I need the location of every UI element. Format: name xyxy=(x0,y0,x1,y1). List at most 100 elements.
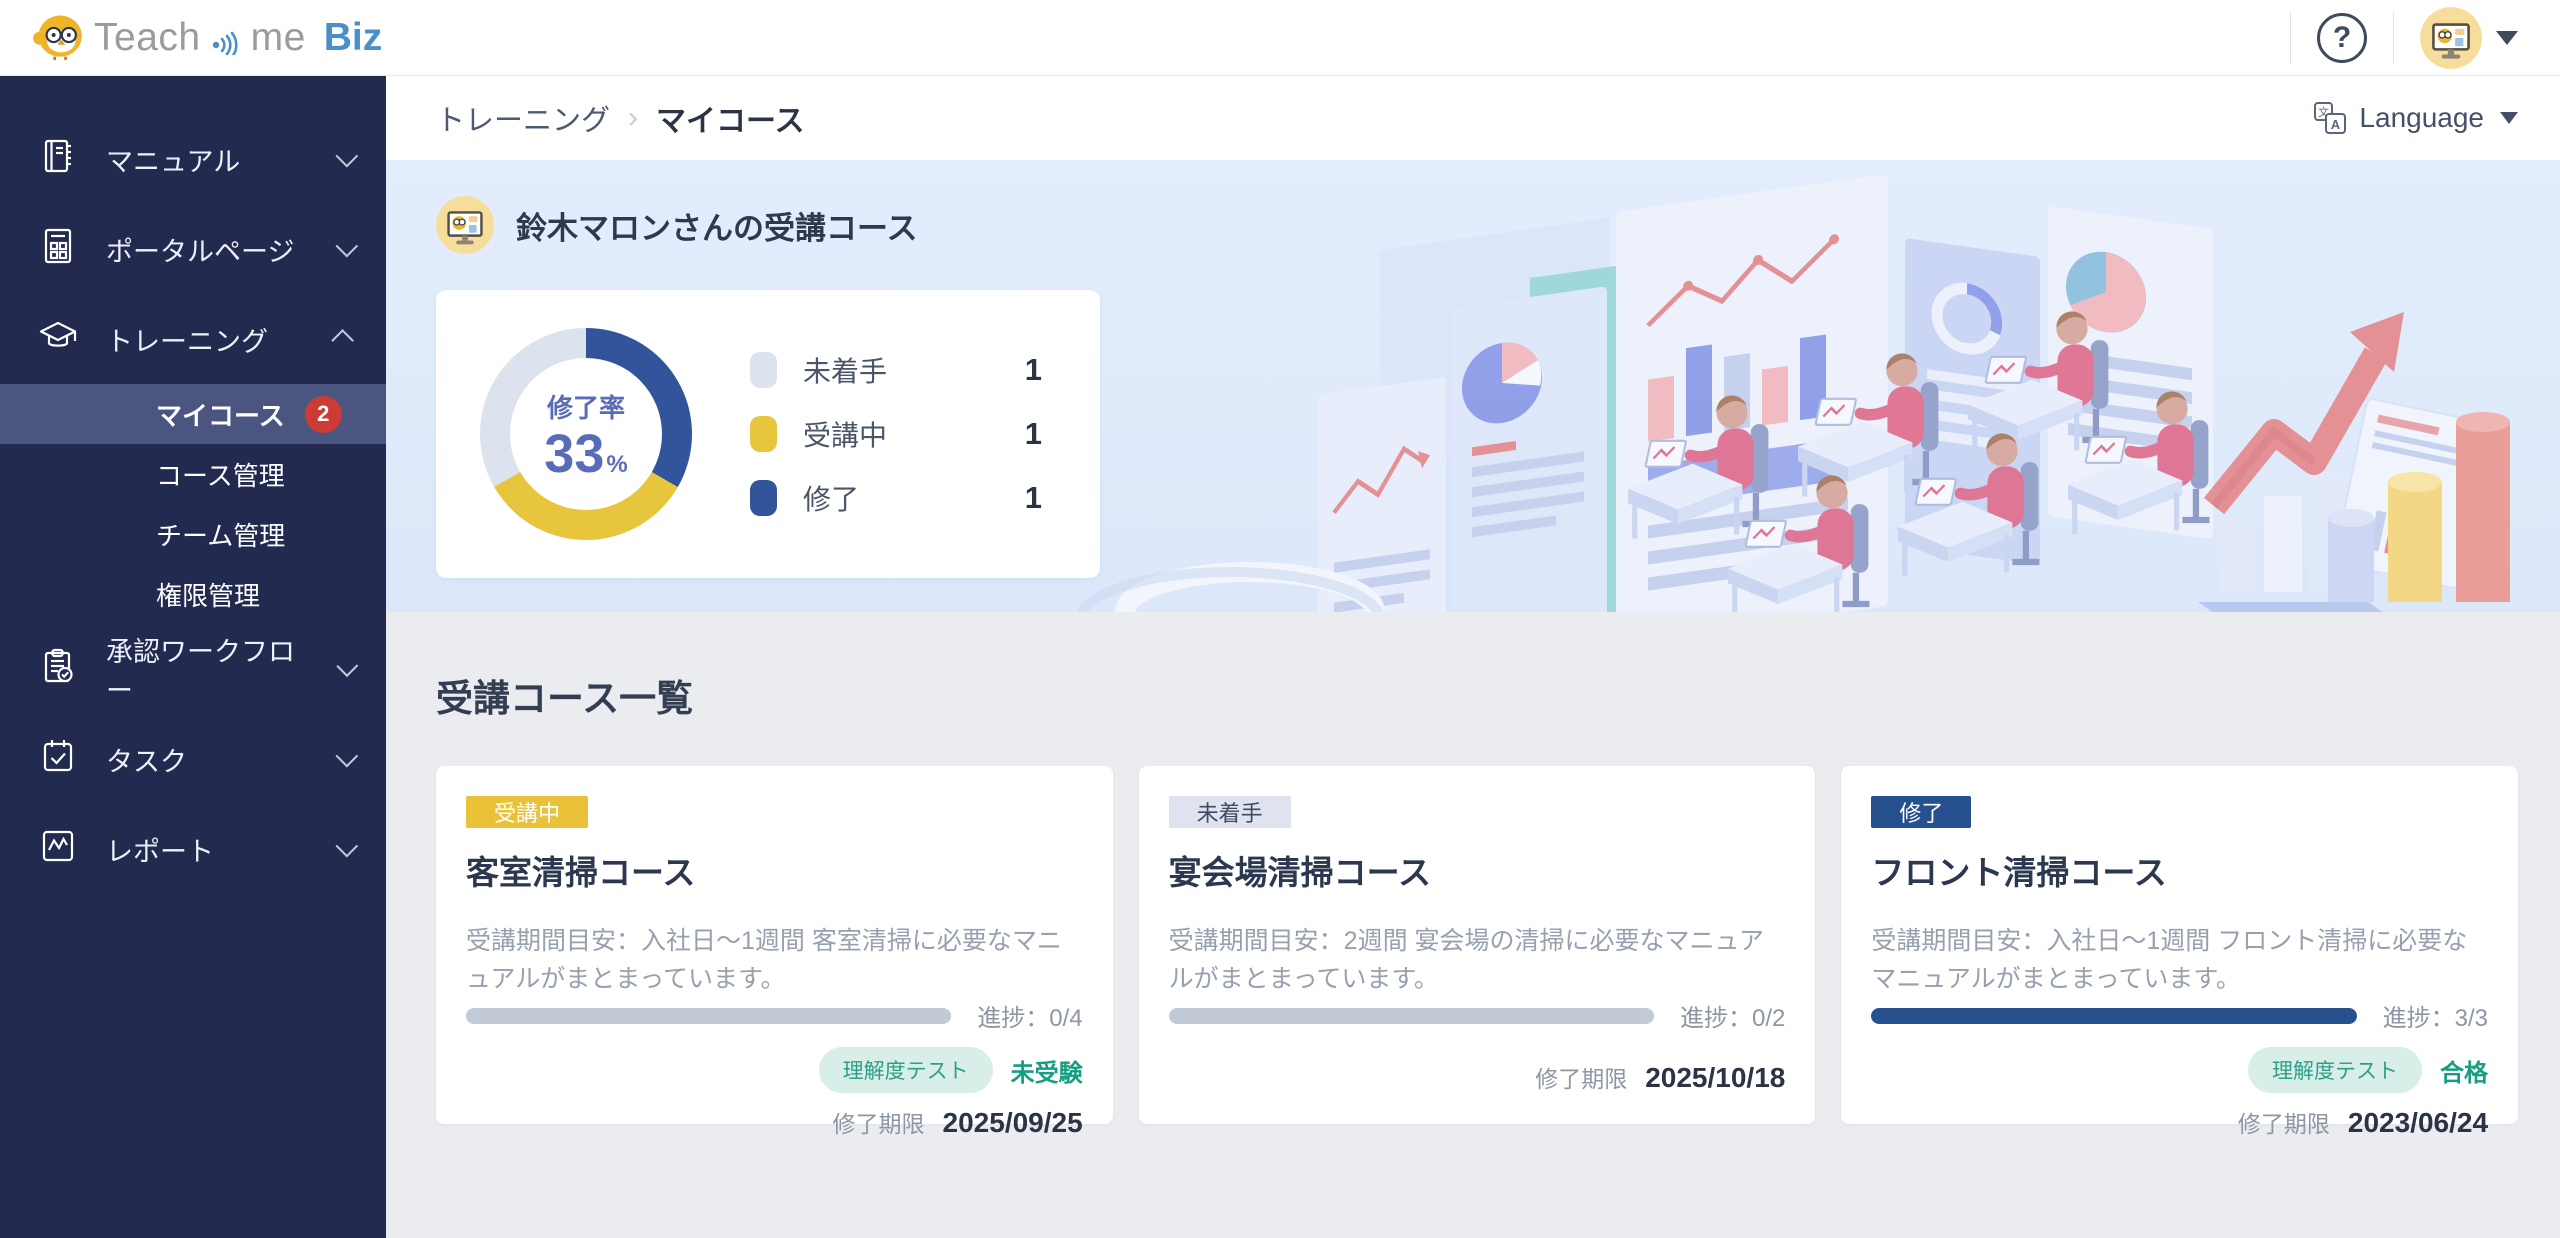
course-card-front-desk-cleaning[interactable]: 修了 フロント清掃コース 受講期間目安：入社日〜1週間 フロント清掃に必要なマニ… xyxy=(1841,766,2518,1124)
sidebar-subitem-team-management[interactable]: チーム管理 xyxy=(0,504,386,564)
sidebar-item-label: タスク xyxy=(106,740,187,779)
deadline-date: 2025/09/25 xyxy=(943,1107,1083,1139)
breadcrumb-separator-icon: › xyxy=(628,101,638,135)
hero-section: 鈴木マロンさんの受講コース 修了率 33 % 未着手 xyxy=(386,160,2560,612)
legend-row-in-progress: 受講中 1 xyxy=(750,414,1042,454)
test-result: 未受験 xyxy=(1011,1053,1083,1088)
account-caret-icon xyxy=(2496,31,2518,45)
donut-center-label: 修了率 xyxy=(547,388,625,425)
my-courses-count-badge: 2 xyxy=(305,396,342,433)
comprehension-test-row: 理解度テスト 未受験 xyxy=(466,1047,1083,1093)
breadcrumb-current: マイコース xyxy=(656,96,805,140)
legend-label: 修了 xyxy=(803,478,859,518)
account-menu[interactable] xyxy=(2420,7,2518,69)
completion-donut: 修了率 33 % xyxy=(480,328,692,540)
course-cards-row: 受講中 客室清掃コース 受講期間目安：入社日〜1週間 客室清掃に必要なマニュアル… xyxy=(436,766,2518,1124)
chevron-down-icon xyxy=(336,145,359,168)
legend-value: 1 xyxy=(1025,352,1042,388)
hero-title-row: 鈴木マロンさんの受講コース xyxy=(436,196,2560,254)
legend-label: 未着手 xyxy=(803,350,887,390)
legend-chip xyxy=(750,416,777,452)
status-badge: 修了 xyxy=(1871,796,1971,828)
sidebar-subitem-label: コース管理 xyxy=(156,456,285,493)
test-result: 合格 xyxy=(2440,1053,2488,1088)
training-icon xyxy=(38,316,78,363)
sidebar-subitem-course-management[interactable]: コース管理 xyxy=(0,444,386,504)
app-header: Teach me Biz ? xyxy=(0,0,2560,76)
comprehension-test-row-empty xyxy=(1169,1047,1786,1048)
translate-icon: 文 A xyxy=(2313,101,2347,135)
language-label: Language xyxy=(2359,102,2484,134)
sidebar-item-reports[interactable]: レポート xyxy=(0,804,386,894)
brand-logo[interactable]: Teach me Biz xyxy=(32,9,382,66)
deadline-row: 修了期限 2025/09/25 xyxy=(466,1105,1083,1139)
chevron-down-icon xyxy=(336,835,359,858)
help-button[interactable]: ? xyxy=(2317,13,2367,63)
language-caret-icon xyxy=(2500,112,2518,124)
test-pill: 理解度テスト xyxy=(819,1047,993,1093)
page-title: 鈴木マロンさんの受講コース xyxy=(516,203,917,248)
test-pill: 理解度テスト xyxy=(2248,1047,2422,1093)
user-avatar xyxy=(2420,7,2482,69)
course-card-banquet-hall-cleaning[interactable]: 未着手 宴会場清掃コース 受講期間目安：2週間 宴会場の清掃に必要なマニュアルが… xyxy=(1139,766,1816,1124)
progress-label: 進捗：3/3 xyxy=(2383,998,2488,1033)
chevron-down-icon xyxy=(336,745,359,768)
deadline-row: 修了期限 2025/10/18 xyxy=(1169,1060,1786,1094)
manual-icon xyxy=(38,136,78,183)
legend-label: 受講中 xyxy=(803,414,887,454)
main-content: トレーニング › マイコース 文 A Language xyxy=(386,76,2560,1238)
sidebar-subitem-my-courses[interactable]: マイコース 2 xyxy=(0,384,386,444)
course-title[interactable]: 客室清掃コース xyxy=(466,846,1083,894)
deadline-row: 修了期限 2023/06/24 xyxy=(1871,1105,2488,1139)
deadline-date: 2023/06/24 xyxy=(2348,1107,2488,1139)
question-mark-icon: ? xyxy=(2333,21,2351,55)
task-icon xyxy=(38,736,78,783)
header-actions: ? xyxy=(2264,0,2518,75)
sidebar-subitem-label: 権限管理 xyxy=(156,576,260,613)
language-selector[interactable]: 文 A Language xyxy=(2313,101,2518,135)
sidebar-subitem-permission-management[interactable]: 権限管理 xyxy=(0,564,386,624)
header-divider xyxy=(2393,12,2394,64)
course-title[interactable]: フロント清掃コース xyxy=(1871,846,2488,894)
owl-logo-icon xyxy=(32,9,84,66)
course-description: 受講期間目安：入社日〜1週間 フロント清掃に必要なマニュアルがまとまっています。 xyxy=(1871,922,2488,998)
progress-label: 進捗：0/2 xyxy=(1680,998,1785,1033)
course-title[interactable]: 宴会場清掃コース xyxy=(1169,846,1786,894)
breadcrumb-parent[interactable]: トレーニング xyxy=(436,97,610,139)
progress-row: 進捗：3/3 xyxy=(1871,998,2488,1033)
deadline-label: 修了期限 xyxy=(833,1105,925,1139)
sidebar-item-label: トレーニング xyxy=(106,320,268,359)
deadline-label: 修了期限 xyxy=(2238,1105,2330,1139)
sidebar-item-training[interactable]: トレーニング xyxy=(0,294,386,384)
sidebar-item-label: 承認ワークフロー xyxy=(106,630,309,708)
progress-row: 進捗：0/2 xyxy=(1169,998,1786,1033)
sidebar-item-label: レポート xyxy=(106,830,214,869)
course-description: 受講期間目安：入社日〜1週間 客室清掃に必要なマニュアルがまとまっています。 xyxy=(466,922,1083,998)
sidebar-item-tasks[interactable]: タスク xyxy=(0,714,386,804)
logo-text-me: me xyxy=(251,16,306,60)
chevron-up-icon xyxy=(331,329,354,352)
sidebar-item-label: ポータルページ xyxy=(106,230,294,269)
progress-bar xyxy=(1871,1008,2356,1024)
sidebar-item-portal[interactable]: ポータルページ xyxy=(0,204,386,294)
donut-center-value: 33 xyxy=(544,427,604,481)
progress-row: 進捗：0/4 xyxy=(466,998,1083,1033)
svg-text:A: A xyxy=(2331,117,2341,132)
chevron-down-icon xyxy=(336,235,359,258)
sidebar-item-manual[interactable]: マニュアル xyxy=(0,114,386,204)
deadline-date: 2025/10/18 xyxy=(1645,1062,1785,1094)
legend-row-completed: 修了 1 xyxy=(750,478,1042,518)
workflow-icon xyxy=(38,646,78,693)
report-icon xyxy=(38,826,78,873)
portal-icon xyxy=(38,226,78,273)
donut-legend: 未着手 1 受講中 1 修了 1 xyxy=(750,350,1042,518)
course-card-guest-room-cleaning[interactable]: 受講中 客室清掃コース 受講期間目安：入社日〜1週間 客室清掃に必要なマニュアル… xyxy=(436,766,1113,1124)
donut-center: 修了率 33 % xyxy=(480,328,692,540)
sound-wave-icon xyxy=(211,21,241,55)
legend-row-not-started: 未着手 1 xyxy=(750,350,1042,390)
sidebar-item-approval-workflow[interactable]: 承認ワークフロー xyxy=(0,624,386,714)
hero-content: 鈴木マロンさんの受講コース 修了率 33 % 未着手 xyxy=(386,160,2560,578)
legend-value: 1 xyxy=(1025,480,1042,516)
header-divider xyxy=(2290,12,2291,64)
course-list-section: 受講コース一覧 受講中 客室清掃コース 受講期間目安：入社日〜1週間 客室清掃に… xyxy=(386,612,2560,1238)
